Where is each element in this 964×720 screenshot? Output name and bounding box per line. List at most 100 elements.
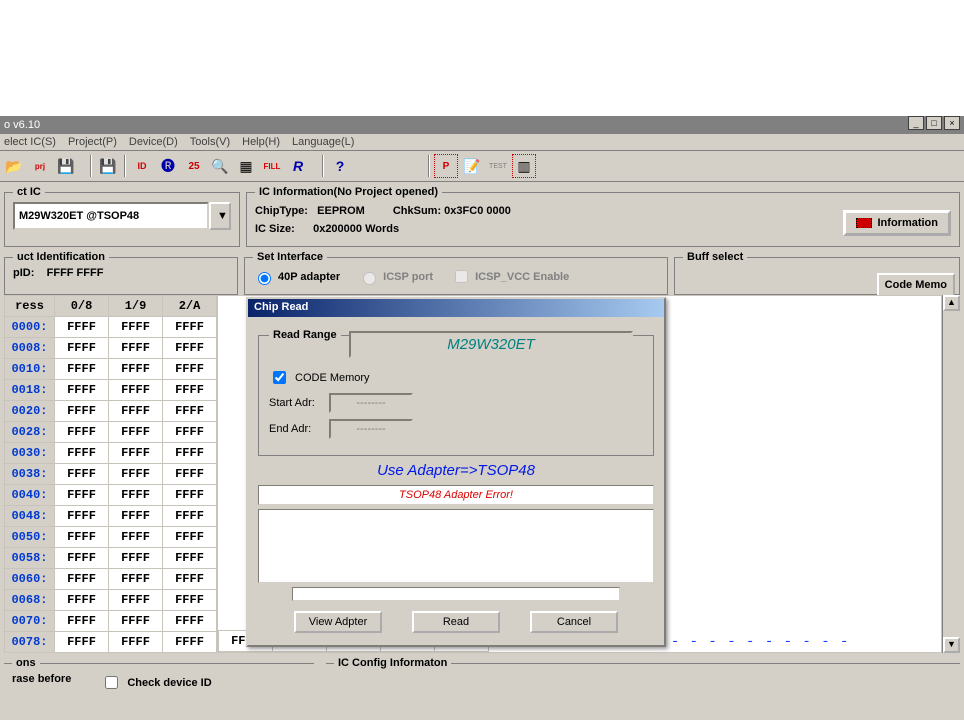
hex-cell[interactable]: FFFF: [109, 422, 163, 443]
hex-cell[interactable]: FFFF: [163, 569, 217, 590]
hex-cell[interactable]: FFFF: [163, 401, 217, 422]
tool-disk-icon[interactable]: 💾: [96, 154, 120, 178]
maximize-button[interactable]: □: [926, 116, 942, 130]
ic-dropdown[interactable]: ▼: [13, 202, 231, 230]
tool-chip1-icon[interactable]: ▦: [234, 154, 258, 178]
hex-cell[interactable]: FFFF: [55, 632, 109, 653]
hex-cell[interactable]: FFFF: [163, 611, 217, 632]
hex-cell[interactable]: FFFF: [55, 485, 109, 506]
tool-save-icon[interactable]: 💾: [54, 154, 78, 178]
ic-info-legend: IC Information(No Project opened): [255, 186, 442, 198]
hex-cell[interactable]: FFFF: [109, 338, 163, 359]
hex-cell[interactable]: FFFF: [109, 401, 163, 422]
hex-cell[interactable]: FFFF: [55, 422, 109, 443]
hex-cell[interactable]: FFFF: [55, 548, 109, 569]
information-button[interactable]: Information: [843, 210, 952, 236]
menu-tools[interactable]: Tools(V): [190, 136, 230, 148]
hex-cell[interactable]: FFFF: [163, 380, 217, 401]
hex-cell[interactable]: FFFF: [163, 359, 217, 380]
hex-cell[interactable]: FFFF: [55, 569, 109, 590]
minimize-button[interactable]: _: [908, 116, 924, 130]
hex-cell[interactable]: FFFF: [55, 527, 109, 548]
hex-cell[interactable]: FFFF: [109, 443, 163, 464]
hex-cell[interactable]: FFFF: [109, 359, 163, 380]
hex-cell[interactable]: FFFF: [55, 317, 109, 338]
tool-id-icon[interactable]: ID: [130, 154, 154, 178]
menubar: elect IC(S) Project(P) Device(D) Tools(V…: [0, 134, 964, 151]
vertical-scrollbar[interactable]: ▲ ▼: [942, 295, 960, 653]
hex-cell[interactable]: FFFF: [55, 380, 109, 401]
tool-chip2-icon[interactable]: ▥: [512, 154, 536, 178]
hex-cell[interactable]: FFFF: [109, 632, 163, 653]
tool-p-chip-icon[interactable]: P: [434, 154, 458, 178]
hex-cell[interactable]: FFFF: [109, 506, 163, 527]
hex-cell[interactable]: FFFF: [163, 590, 217, 611]
read-range-group: Read Range M29W320ET CODE Memory Start A…: [258, 329, 654, 456]
hex-cell[interactable]: FFFF: [55, 338, 109, 359]
hex-cell[interactable]: FFFF: [163, 632, 217, 653]
menu-project[interactable]: Project(P): [68, 136, 117, 148]
hex-cell[interactable]: FFFF: [163, 464, 217, 485]
hex-cell[interactable]: FFFF: [163, 317, 217, 338]
hex-cell[interactable]: FFFF: [163, 548, 217, 569]
dialog-titlebar[interactable]: Chip Read: [248, 299, 664, 317]
hex-cell[interactable]: FFFF: [55, 464, 109, 485]
hex-cell[interactable]: FFFF: [55, 506, 109, 527]
ic-dropdown-button[interactable]: ▼: [209, 202, 231, 230]
close-button[interactable]: ×: [944, 116, 960, 130]
hex-cell[interactable]: FFFF: [109, 380, 163, 401]
hex-cell[interactable]: FFFF: [109, 317, 163, 338]
tool-rf-icon[interactable]: 🅡: [156, 154, 180, 178]
scroll-down-button[interactable]: ▼: [943, 637, 960, 653]
cancel-button[interactable]: Cancel: [530, 611, 618, 633]
erase-before-label: rase before: [12, 673, 71, 692]
hex-cell[interactable]: FFFF: [55, 611, 109, 632]
chip-type-label: ChipType:: [255, 205, 308, 217]
start-adr-input[interactable]: [329, 393, 413, 413]
hex-cell[interactable]: FFFF: [109, 527, 163, 548]
ic-dropdown-input[interactable]: [13, 202, 209, 230]
hex-cell[interactable]: FFFF: [109, 464, 163, 485]
chip-read-dialog: Chip Read Read Range M29W320ET CODE Memo…: [246, 297, 666, 647]
hex-cell[interactable]: FFFF: [109, 611, 163, 632]
hex-header-col: 0/8: [55, 296, 109, 317]
hex-cell[interactable]: FFFF: [55, 401, 109, 422]
check-device-id[interactable]: Check device ID: [101, 673, 211, 692]
view-adapter-button[interactable]: View Adpter: [294, 611, 382, 633]
menu-help[interactable]: Help(H): [242, 136, 280, 148]
hex-cell[interactable]: FFFF: [163, 506, 217, 527]
adapter-hint: Use Adapter=>TSOP48: [258, 462, 654, 479]
hex-cell[interactable]: FFFF: [55, 359, 109, 380]
hex-header-address: ress: [5, 296, 55, 317]
hex-cell[interactable]: FFFF: [163, 443, 217, 464]
hex-cell[interactable]: FFFF: [109, 548, 163, 569]
code-memory-checkbox[interactable]: [273, 371, 286, 384]
hex-cell[interactable]: FFFF: [163, 527, 217, 548]
hex-cell[interactable]: FFFF: [109, 485, 163, 506]
tool-edit-icon[interactable]: 📝: [460, 154, 484, 178]
tool-test-icon[interactable]: TEST: [486, 154, 510, 178]
tool-help-icon[interactable]: ?: [328, 154, 352, 178]
read-button[interactable]: Read: [412, 611, 500, 633]
hex-cell[interactable]: FFFF: [109, 569, 163, 590]
hex-cell[interactable]: FFFF: [163, 422, 217, 443]
hex-address: 0028:: [5, 422, 55, 443]
menu-select-ic[interactable]: elect IC(S): [4, 136, 56, 148]
hex-cell[interactable]: FFFF: [163, 485, 217, 506]
menu-device[interactable]: Device(D): [129, 136, 178, 148]
hex-cell[interactable]: FFFF: [55, 443, 109, 464]
tool-r-icon[interactable]: R: [286, 154, 310, 178]
tool-search-icon[interactable]: 🔍: [208, 154, 232, 178]
hex-cell[interactable]: FFFF: [109, 590, 163, 611]
menu-language[interactable]: Language(L): [292, 136, 354, 148]
code-memo-button[interactable]: Code Memo: [877, 273, 955, 297]
tool-25-icon[interactable]: 25: [182, 154, 206, 178]
tool-fill-icon[interactable]: FILL: [260, 154, 284, 178]
end-adr-input[interactable]: [329, 419, 413, 439]
radio-40p[interactable]: 40P adapter: [253, 269, 340, 285]
scroll-up-button[interactable]: ▲: [943, 295, 960, 311]
hex-cell[interactable]: FFFF: [55, 590, 109, 611]
tool-prj-icon[interactable]: prj: [28, 154, 52, 178]
tool-open-icon[interactable]: 📂: [2, 154, 26, 178]
hex-cell[interactable]: FFFF: [163, 338, 217, 359]
